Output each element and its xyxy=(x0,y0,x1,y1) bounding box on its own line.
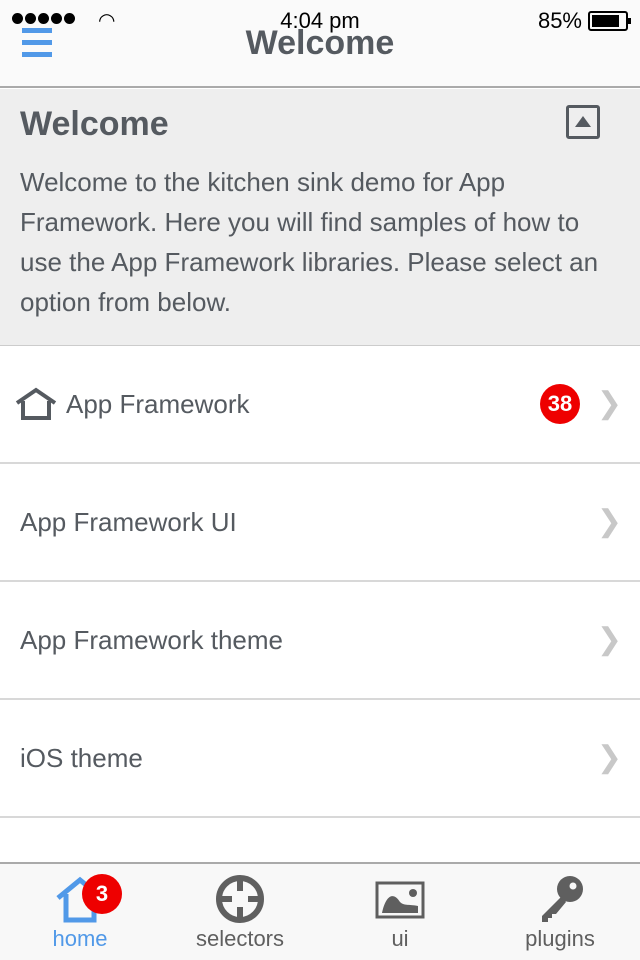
tab-selectors[interactable]: selectors xyxy=(160,864,320,960)
list-item[interactable]: App Framework theme ❯ xyxy=(0,582,640,700)
tab-home[interactable]: 3 home xyxy=(0,864,160,960)
panel-title: Welcome xyxy=(20,105,169,143)
home-icon xyxy=(15,387,57,420)
collapse-icon[interactable] xyxy=(566,105,600,139)
welcome-panel: Welcome Welcome to the kitchen sink demo… xyxy=(0,89,640,346)
list-item-label: App Framework UI xyxy=(20,506,237,537)
notification-badge: 3 xyxy=(82,874,122,914)
chevron-right-icon: ❯ xyxy=(596,505,622,538)
menu-list: App Framework 38 ❯ App Framework UI ❯ Ap… xyxy=(0,346,640,818)
list-item[interactable]: App Framework UI ❯ xyxy=(0,464,640,582)
crosshair-icon xyxy=(216,875,264,923)
battery-icon xyxy=(588,11,631,31)
chevron-right-icon: ❯ xyxy=(596,623,622,656)
key-icon xyxy=(542,876,583,922)
tab-label: selectors xyxy=(195,926,285,951)
tab-ui[interactable]: ui xyxy=(320,864,480,960)
battery-percent: 85% xyxy=(537,8,582,33)
tab-label: plugins xyxy=(525,926,595,951)
list-item-label: iOS theme xyxy=(20,742,143,773)
chevron-right-icon: ❯ xyxy=(596,387,622,420)
tab-label: home xyxy=(52,926,108,951)
list-item[interactable]: iOS theme ❯ xyxy=(0,700,640,818)
count-badge: 38 xyxy=(540,384,580,424)
chevron-right-icon: ❯ xyxy=(596,741,622,774)
panel-text: Welcome to the kitchen sink demo for App… xyxy=(20,167,599,317)
list-item-label: App Framework xyxy=(66,388,250,419)
tab-label: ui xyxy=(391,926,409,951)
list-item[interactable]: App Framework 38 ❯ xyxy=(0,346,640,464)
tab-plugins[interactable]: plugins xyxy=(480,864,640,960)
list-item-label: App Framework theme xyxy=(20,624,283,655)
tab-bar: 3 home selectors ui plugins xyxy=(0,862,640,960)
image-icon xyxy=(375,881,425,919)
battery: 85% xyxy=(537,8,631,34)
